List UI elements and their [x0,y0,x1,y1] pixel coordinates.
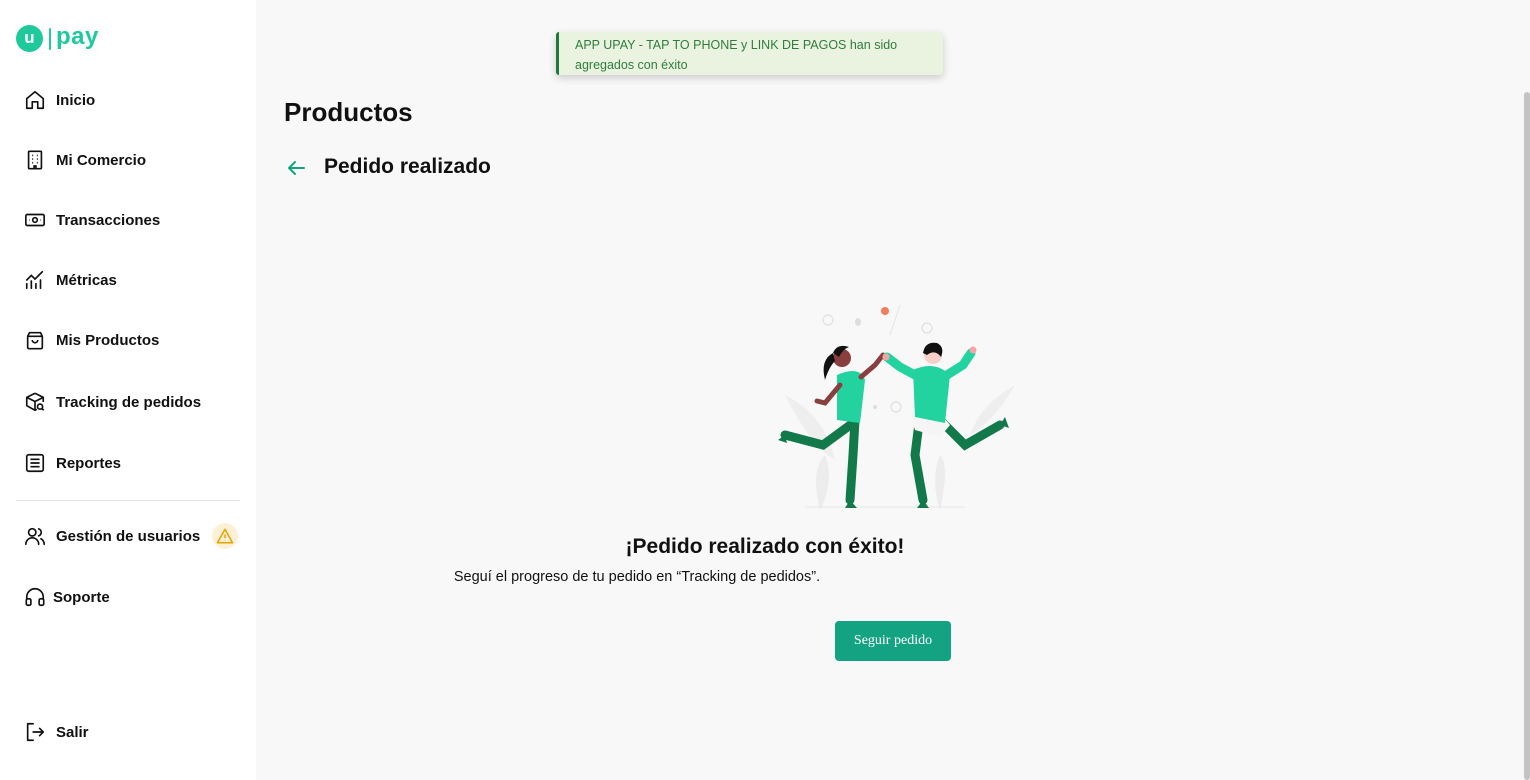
upay-logo[interactable]: u pay [16,22,99,52]
sidebar-item-label: Inicio [56,91,96,109]
section-title: Pedido realizado [324,155,491,178]
sidebar-item-label: Tracking de pedidos [56,393,202,411]
sidebar-item-reportes[interactable]: Reportes [24,452,121,474]
logo-text: pay [56,22,99,50]
sidebar-item-label: Salir [56,723,89,741]
sidebar-item-label: Soporte [53,588,110,606]
sidebar-item-salir[interactable]: Salir [24,721,89,743]
sidebar-item-label: Mis Productos [56,331,160,349]
sidebar-item-metricas[interactable]: Métricas [24,269,117,291]
sidebar-item-soporte[interactable]: Soporte [24,586,110,608]
celebration-illustration [778,304,1015,510]
back-arrow-icon[interactable] [284,156,308,180]
sidebar-item-transacciones[interactable]: Transacciones [24,209,160,231]
page-title: Productos [284,97,413,127]
toast-line-2: agregados con éxito [575,58,688,72]
seguir-pedido-button[interactable]: Seguir pedido [835,621,951,661]
logo-mark: u [16,25,43,52]
success-message-wrap: Seguí el progreso de tu pedido en “Track… [0,568,1530,586]
success-title: ¡Pedido realizado con éxito! [625,535,905,558]
sidebar-item-label: Métricas [56,271,117,289]
sidebar: u pay Inicio Mi Comercio Transacciones M… [0,0,256,780]
headset-icon [24,586,46,608]
toast-line-1: APP UPAY - TAP TO PHONE y LINK DE PAGOS … [575,38,898,52]
sidebar-item-tracking-de-pedidos[interactable]: Tracking de pedidos [24,391,201,413]
logout-icon [24,721,46,743]
sidebar-item-label: Mi Comercio [56,151,147,169]
success-message: Seguí el progreso de tu pedido en “Track… [453,569,821,585]
sidebar-item-inicio[interactable]: Inicio [24,89,95,111]
success-toast: APP UPAY - TAP TO PHONE y LINK DE PAGOS … [556,32,943,75]
chart-icon [24,269,46,291]
logo-letter: u [24,28,35,47]
sidebar-item-mi-comercio[interactable]: Mi Comercio [24,149,146,171]
scrollbar[interactable] [1524,92,1530,780]
success-title-wrap: ¡Pedido realizado con éxito! [0,535,1530,559]
bag-icon [24,329,46,351]
building-icon [24,149,46,171]
logo-divider [49,27,51,50]
sidebar-item-mis-productos[interactable]: Mis Productos [24,329,159,351]
sidebar-divider [16,500,240,501]
sidebar-item-label: Transacciones [56,211,161,229]
banknote-icon [24,209,46,231]
home-icon [24,89,46,111]
package-search-icon [24,391,46,413]
sidebar-item-label: Reportes [56,454,122,472]
report-icon [24,452,46,474]
